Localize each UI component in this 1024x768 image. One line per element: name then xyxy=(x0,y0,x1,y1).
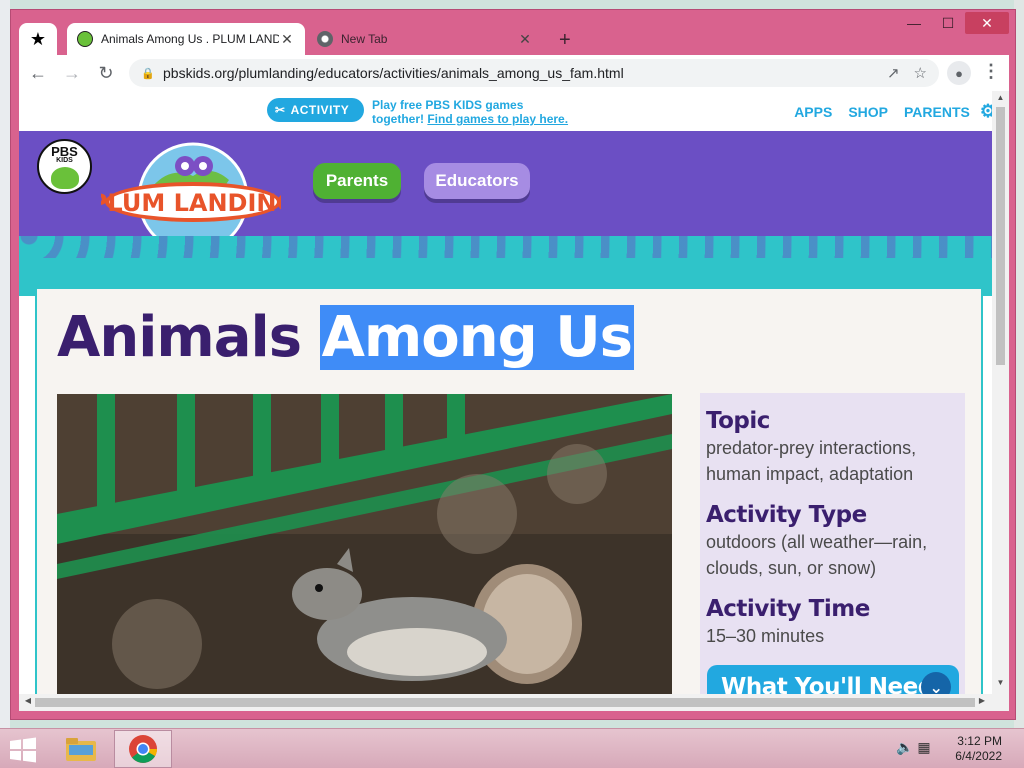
reload-icon: ↻ xyxy=(98,62,114,83)
folder-icon xyxy=(66,738,96,761)
page-viewport: ✂ ACTIVITY Play free PBS KIDS games toge… xyxy=(19,91,992,694)
chrome-favicon-icon xyxy=(317,31,333,47)
apps-link[interactable]: APPS xyxy=(794,104,832,120)
system-tray: 🔈 ▦ xyxy=(896,739,931,756)
scroll-left-arrow-icon[interactable]: ◀ xyxy=(21,696,35,710)
vertical-scroll-thumb[interactable] xyxy=(996,107,1005,365)
promo-line-2: together! xyxy=(372,112,424,126)
back-button[interactable]: ← xyxy=(23,58,53,88)
tab-animals-among-us[interactable]: Animals Among Us . PLUM LANDING ✕ xyxy=(67,23,305,55)
pbs-kids-favicon-icon xyxy=(77,31,93,47)
star-icon: ★ xyxy=(29,28,47,49)
nav-parents-button[interactable]: Parents xyxy=(313,163,401,199)
new-tab-button[interactable]: + xyxy=(559,29,571,52)
topic-text: predator-prey interactions, human impact… xyxy=(706,438,917,484)
tab-new-tab[interactable]: New Tab ✕ xyxy=(307,23,543,55)
pbs-kids-logo[interactable]: PBS KIDS xyxy=(37,139,92,194)
vertical-scrollbar[interactable]: ▲ ▼ xyxy=(992,91,1009,694)
taskbar: 🔈 ▦ 3:12 PM 6/4/2022 xyxy=(0,728,1024,768)
close-tab-icon[interactable]: ✕ xyxy=(517,31,533,48)
title-selected-text: Among Us xyxy=(319,305,634,370)
games-promo: Play free PBS KIDS games together! Find … xyxy=(372,98,568,126)
chrome-icon xyxy=(129,735,157,763)
activity-info-panel: Topic predator-prey interactions, human … xyxy=(700,393,965,694)
share-icon[interactable]: ↗ xyxy=(887,64,900,82)
title-plain: Animals xyxy=(57,305,302,370)
chrome-taskbar-button[interactable] xyxy=(114,730,172,768)
network-icon[interactable]: ▦ xyxy=(917,739,930,755)
scroll-down-arrow-icon[interactable]: ▼ xyxy=(992,678,1009,692)
top-links: APPS SHOP PARENTS ⚙ xyxy=(778,101,992,122)
scroll-right-arrow-icon[interactable]: ▶ xyxy=(975,696,989,710)
squirrel-photo xyxy=(57,394,672,694)
arrow-left-icon: ← xyxy=(29,62,47,83)
activity-badge[interactable]: ✂ ACTIVITY xyxy=(267,98,364,122)
tab-title: Animals Among Us . PLUM LANDING xyxy=(101,32,279,46)
browser-menu-button[interactable]: ⋮ xyxy=(981,61,1001,85)
desktop-left-edge xyxy=(0,0,10,728)
gear-icon[interactable]: ⚙ xyxy=(980,101,992,122)
chevron-down-icon: ⌄ xyxy=(921,672,951,694)
forward-button[interactable]: → xyxy=(57,58,87,88)
clock-date: 6/4/2022 xyxy=(955,749,1002,763)
plum-landing-logo-text: PLUM LANDING xyxy=(101,189,281,217)
clock-time: 3:12 PM xyxy=(957,734,1002,748)
taskbar-clock[interactable]: 3:12 PM 6/4/2022 xyxy=(955,734,1002,764)
file-explorer-taskbar-button[interactable] xyxy=(58,731,104,767)
address-bar[interactable]: 🔒 pbskids.org/plumlanding/educators/acti… xyxy=(129,59,939,87)
lock-icon: 🔒 xyxy=(141,68,155,80)
pinned-tab[interactable]: ★ xyxy=(19,23,57,55)
speaker-muted-icon[interactable]: 🔈 xyxy=(896,739,913,755)
horizontal-scrollbar[interactable]: ◀ ▶ xyxy=(19,694,1009,711)
reload-button[interactable]: ↻ xyxy=(91,58,121,88)
activity-time-text: 15–30 minutes xyxy=(706,626,825,646)
what-youll-need-button[interactable]: What You'll Need ⌄ xyxy=(707,665,959,694)
activity-type-text: outdoors (all weather—rain, clouds, sun,… xyxy=(706,532,928,578)
parents-link[interactable]: PARENTS xyxy=(904,104,970,120)
pbs-logo-text: PBS xyxy=(51,144,78,159)
dash-face-icon xyxy=(50,167,79,189)
bookmark-star-icon[interactable]: ☆ xyxy=(914,64,927,82)
promo-line-1: Play free PBS KIDS games xyxy=(372,98,524,112)
activity-label: ACTIVITY xyxy=(290,103,350,117)
close-tab-icon[interactable]: ✕ xyxy=(279,31,295,48)
shop-link[interactable]: SHOP xyxy=(848,104,888,120)
horizontal-scroll-thumb[interactable] xyxy=(35,698,975,707)
windows-start-icon[interactable] xyxy=(8,737,38,763)
tab-title: New Tab xyxy=(341,32,388,46)
pbs-logo-sub: KIDS xyxy=(56,157,73,164)
pbs-top-banner: ✂ ACTIVITY Play free PBS KIDS games toge… xyxy=(19,91,992,131)
topic-heading: Topic xyxy=(706,408,770,434)
scroll-up-arrow-icon[interactable]: ▲ xyxy=(992,93,1009,107)
arrow-right-icon: → xyxy=(63,62,81,83)
need-button-label: What You'll Need xyxy=(721,674,934,694)
profile-avatar[interactable]: ● xyxy=(947,61,971,85)
nav-educators-button[interactable]: Educators xyxy=(424,163,530,199)
browser-toolbar: ← → ↻ 🔒 pbskids.org/plumlanding/educator… xyxy=(19,55,1009,91)
browser-window: — ☐ ✕ ★ Animals Among Us . PLUM LANDING … xyxy=(10,9,1016,720)
find-games-link[interactable]: Find games to play here. xyxy=(427,112,568,126)
page-title: Animals Among Us xyxy=(57,299,634,377)
url-text: pbskids.org/plumlanding/educators/activi… xyxy=(163,65,624,81)
site-header: PBS KIDS PLUM LANDING Parents Educators xyxy=(19,131,992,254)
activity-type-heading: Activity Type xyxy=(706,502,867,528)
scissors-icon: ✂ xyxy=(275,103,286,117)
activity-time-heading: Activity Time xyxy=(706,596,870,622)
tab-strip: ★ Animals Among Us . PLUM LANDING ✕ New … xyxy=(19,21,1015,55)
person-icon: ● xyxy=(955,65,963,81)
activity-card: Animals Among Us Topic predator-prey int… xyxy=(35,289,983,694)
decorative-band xyxy=(19,236,992,296)
